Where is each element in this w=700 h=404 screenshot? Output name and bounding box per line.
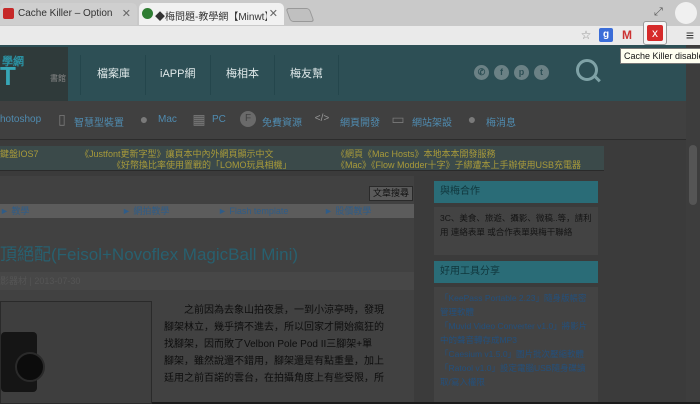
tool-link[interactable]: 取/寫入權限 [440,375,592,389]
cache-killer-favicon-icon [3,8,14,19]
ticker-item[interactable]: 《好幣換比率使用置戰的「LOMO玩具相機」 [112,158,292,171]
nav-divider [145,55,146,95]
nav-divider [80,55,81,95]
category-bar: hotoshop ▯ 智慧型裝置 ● Mac ▦ PC F 免費資源 </> 網… [0,101,700,140]
close-tab-icon[interactable]: ✕ [269,7,278,20]
apple-icon: ● [139,111,149,127]
category-news[interactable]: 梅消息 [486,114,516,129]
free-resource-icon: F [240,111,256,127]
article-body: 之前因為去象山拍夜景，一到小涼亭時，發現 腳架林立，幾乎擠不進去，所以回家才開始… [164,302,414,387]
category-free-resources[interactable]: 免費資源 [262,114,302,129]
code-icon: </> [314,113,330,124]
article-line: 腳架，雖然說還不錯用，腳架還是有點重量，加上 [164,356,384,367]
camera-lens [15,352,45,382]
article-title[interactable]: 頂絕配(Feisol+Novoflex MagicBall Mini) [0,240,298,265]
sidebar-tools-box: 「KeePass Portable 2.23」隨身版帳密 管理軟體 「Muvid… [434,287,598,402]
site-logo[interactable]: 學網 T 書館 [0,47,68,101]
category-web-dev[interactable]: 網頁開發 [340,114,380,129]
tutorial-links-bar: ► 教學 ► 網拍教學 ► Flash template ► 股價教學 [0,204,414,218]
site-header: 學網 T 書館 檔案庫 iAPP網 梅相本 梅友幫 ✆ f p t [0,45,700,101]
tool-link[interactable]: 「KeePass Portable 2.23」隨身版帳密 [440,291,592,305]
news-ticker: 鍵盤IOS7 《Justfont更新字型》讓頁本中內外網頁顯示中文 《網頁《Ma… [0,146,604,171]
google-extension-icon[interactable]: g [599,28,613,42]
windows-icon: ▦ [192,111,206,127]
article-meta: 影器材 | 2013-07-30 [0,272,414,290]
rss-icon[interactable]: ✆ [474,65,489,80]
chrome-menu-icon[interactable]: ≡ [683,28,697,42]
nav-item-iapp[interactable]: iAPP網 [160,65,195,81]
category-pc[interactable]: PC [212,114,226,125]
sidebar-text: 3C、美食、旅遊、攝影、微稿..等，請利 [440,213,592,223]
sidebar-heading: 與梅合作 [434,181,598,203]
tool-link[interactable]: 「Ratool v1.0」設定電腦USB隨身碟讀 [440,361,592,375]
nav-item-friends[interactable]: 梅友幫 [290,65,323,81]
gmail-extension-icon[interactable]: M [620,28,634,42]
ticker-item[interactable]: 鍵盤IOS7 [0,147,39,160]
tutorial-link[interactable]: ► 股價教學 [324,204,371,218]
cache-killer-tooltip: Cache Killer disabled [620,48,700,64]
logo-text-big: T [0,61,16,91]
article-line: 腳架林立，幾乎擠不進去，所以回家才開始瘋狂的 [164,322,384,333]
sidebar-cooperate-box: 3C、美食、旅遊、攝影、微稿..等，請利 用 連絡表單 或合作表單與梅干聯絡 [434,207,598,255]
smartphone-icon: ▯ [58,111,66,127]
monitor-icon: ▭ [391,111,405,127]
tutorial-link[interactable]: ► 網拍教學 [122,204,169,218]
bookmark-star-icon[interactable]: ☆ [579,28,593,42]
sidebar-text[interactable]: 用 連絡表單 或合作表單與梅干聯絡 [440,225,592,239]
web-page: 學網 T 書館 檔案庫 iAPP網 梅相本 梅友幫 ✆ f p t hotosh… [0,45,700,404]
profile-avatar[interactable] [675,2,697,24]
nav-item-files[interactable]: 檔案庫 [97,65,130,81]
fullscreen-icon[interactable]: ⤢ [654,6,663,19]
search-icon[interactable] [576,59,598,81]
nav-divider [210,55,211,95]
apple-icon: ● [467,111,477,127]
browser-toolbar: ☆ g M ≡ [0,26,700,46]
category-site-build[interactable]: 網站架設 [412,114,452,129]
article-line: 之前因為去象山拍夜景，一到小涼亭時，發現 [184,305,384,316]
scrollbar-thumb[interactable] [689,145,697,205]
tool-link[interactable]: 中的聲音轉存成MP3 [440,333,592,347]
article-line: 找腳架，因而敗了Velbon Pole Pod II三腳架+單 [164,339,373,350]
nav-divider [338,55,339,95]
tab-strip: Cache Killer – Options ✕ ◆梅問題-教學網【Minwt】… [0,0,700,26]
tool-link[interactable]: 「Muvid Video Converter v1.0」將影片 [440,319,592,333]
facebook-icon[interactable]: f [494,65,509,80]
browser-chrome: Cache Killer – Options ✕ ◆梅問題-教學網【Minwt】… [0,0,700,46]
close-tab-icon[interactable]: ✕ [122,7,131,20]
category-smart-device[interactable]: 智慧型裝置 [74,114,124,129]
category-photoshop[interactable]: hotoshop [0,114,41,125]
sidebar-heading: 好用工具分享 [434,261,598,283]
cache-killer-icon: x [647,25,663,41]
tool-link[interactable]: 管理軟體 [440,305,592,319]
tab-title: Cache Killer – Options [18,8,113,19]
tab-cache-killer-options[interactable]: Cache Killer – Options ✕ [0,3,137,25]
tool-link[interactable]: 「Caesium v1.5.0」圖片批次壓縮軟體 [440,347,592,361]
ticker-item[interactable]: 《Mac》《Flow Modder十字》子綁遭本上手辦使用USB充電器 [336,158,581,171]
category-mac[interactable]: Mac [158,114,177,125]
tab-title: ◆梅問題-教學網【Minwt】◆ [155,12,267,23]
minwt-favicon-icon [142,8,153,19]
article-photo [0,301,152,404]
tutorial-link[interactable]: ► Flash template [218,204,288,218]
cache-killer-extension-button[interactable]: x [643,21,667,45]
logo-text-small: 書館 [50,74,66,83]
nav-divider [274,55,275,95]
twitter-icon[interactable]: t [534,65,549,80]
article-line: 廷用之前百諾的雲台，在拍攝角度上有些受限，所 [164,373,384,384]
main-content: 文章搜尋 ► 教學 ► 網拍教學 ► Flash template ► 股價教學… [0,176,414,404]
page-scrollbar[interactable] [686,45,700,402]
plurk-icon[interactable]: p [514,65,529,80]
article-search-button[interactable]: 文章搜尋 [369,186,414,201]
new-tab-button[interactable] [285,8,315,22]
tutorial-link[interactable]: ► 教學 [0,204,29,218]
nav-item-album[interactable]: 梅相本 [226,65,259,81]
tab-minwt[interactable]: ◆梅問題-教學網【Minwt】◆ ✕ [139,3,284,25]
